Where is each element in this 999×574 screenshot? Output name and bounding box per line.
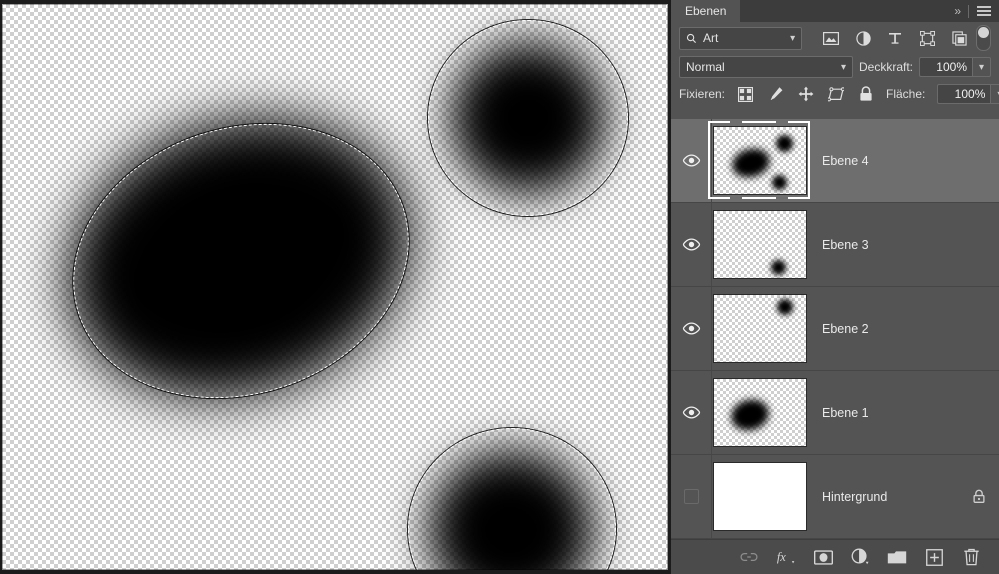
thumbnail-blob — [777, 299, 793, 315]
thumbnail-blob — [727, 395, 773, 435]
layer-list[interactable]: Ebene 4 Ebene 3 Ebene 2 Ebene 1 Hintergrund — [671, 119, 999, 540]
layer-row[interactable]: Ebene 3 — [671, 203, 999, 287]
filter-kind-label: Art — [703, 31, 719, 45]
selection-marquee-top-right — [428, 20, 628, 216]
pixel-layer-filter-icon[interactable] — [822, 29, 840, 47]
fill-value[interactable]: 100% — [937, 84, 991, 104]
chevron-down-icon[interactable]: ▾ — [990, 84, 999, 104]
filter-type-icons — [822, 29, 968, 47]
filter-kind-select[interactable]: Art ▾ — [679, 26, 803, 50]
tab-ebenen[interactable]: Ebenen — [671, 0, 741, 22]
layer-visibility-toggle[interactable] — [671, 203, 712, 286]
thumbnail-blob — [771, 260, 786, 275]
layer-thumbnail[interactable] — [708, 121, 810, 199]
panel-menu-icon[interactable] — [977, 5, 991, 17]
layer-row[interactable]: Ebene 2 — [671, 287, 999, 371]
image-canvas[interactable] — [2, 4, 668, 570]
type-layer-filter-icon[interactable] — [886, 29, 904, 47]
layer-lock-badge — [959, 489, 999, 504]
panel-tabbar: Ebenen » — [671, 0, 999, 22]
tab-label: Ebenen — [685, 4, 727, 18]
layer-thumbnail-image — [713, 126, 807, 195]
blend-mode-select[interactable]: Normal ▾ — [679, 56, 853, 78]
document-area[interactable] — [0, 0, 671, 574]
svg-text:fx: fx — [777, 550, 786, 564]
layer-name[interactable]: Ebene 2 — [808, 322, 959, 336]
chevron-down-icon: ▾ — [840, 61, 846, 73]
mask-icon[interactable] — [813, 547, 833, 567]
eye-icon — [682, 322, 700, 335]
lock-artboard-nesting-icon[interactable] — [827, 86, 844, 103]
panel-tab-controls: » — [946, 0, 999, 22]
divider — [968, 4, 969, 18]
layer-thumbnail-image — [713, 294, 807, 363]
filter-bar: Art ▾ — [671, 22, 999, 54]
adjustment-layer-filter-icon[interactable] — [854, 29, 872, 47]
layer-row[interactable]: Hintergrund — [671, 455, 999, 539]
eye-icon — [682, 154, 700, 167]
thumbnail-blob — [772, 175, 787, 190]
layer-thumbnail[interactable] — [712, 378, 808, 447]
thumbnail-blob — [776, 135, 793, 152]
layer-visibility-toggle[interactable] — [671, 119, 712, 202]
fill-label: Fläche: — [886, 87, 926, 101]
double-chevron-right-icon[interactable]: » — [954, 4, 961, 18]
lock-transparent-pixels-icon[interactable] — [737, 86, 754, 103]
eye-icon — [682, 406, 700, 419]
layer-row[interactable]: Ebene 1 — [671, 371, 999, 455]
adjustment-circle-icon[interactable] — [850, 547, 870, 567]
link-icon[interactable] — [739, 547, 759, 567]
layers-bottom-toolbar: fx — [671, 539, 999, 574]
layer-name[interactable]: Ebene 1 — [808, 406, 959, 420]
thumbnail-blob — [729, 144, 773, 182]
opacity-value[interactable]: 100% — [919, 57, 972, 77]
photoshop-window: Ebenen » Art ▾ Normal ▾ Deckkraft: 100% … — [0, 0, 999, 574]
tabbar-spacer — [740, 0, 947, 22]
eye-off-icon — [683, 489, 699, 504]
search-icon — [686, 33, 697, 43]
fx-icon[interactable]: fx — [776, 547, 796, 567]
filter-enable-toggle[interactable] — [976, 25, 991, 51]
chevron-down-icon: ▾ — [790, 32, 796, 44]
plus-square-icon[interactable] — [924, 547, 944, 567]
blend-bar: Normal ▾ Deckkraft: 100% ▾ — [671, 54, 999, 80]
fill-field[interactable]: 100% ▾ — [937, 84, 999, 104]
smart-object-filter-icon[interactable] — [950, 29, 968, 47]
layer-visibility-toggle[interactable] — [671, 371, 712, 454]
layers-panel: Ebenen » Art ▾ Normal ▾ Deckkraft: 100% … — [671, 0, 999, 574]
lock-bar: Fixieren: Fläche: 100% — [671, 80, 999, 108]
trash-icon[interactable] — [961, 547, 981, 567]
blend-mode-value: Normal — [686, 60, 725, 74]
layer-name[interactable]: Hintergrund — [808, 490, 959, 504]
chevron-down-icon[interactable]: ▾ — [972, 57, 991, 77]
layer-thumbnail-image — [713, 378, 807, 447]
layer-visibility-toggle[interactable] — [671, 455, 712, 538]
lock-image-pixels-icon[interactable] — [767, 86, 784, 103]
folder-icon[interactable] — [887, 547, 907, 567]
layer-visibility-toggle[interactable] — [671, 287, 712, 370]
layer-thumbnail-image — [713, 462, 807, 531]
selection-marquee-large — [37, 81, 445, 441]
shape-layer-filter-icon[interactable] — [918, 29, 936, 47]
selection-marquee-bottom — [408, 428, 616, 570]
layer-row[interactable]: Ebene 4 — [671, 119, 999, 203]
lock-position-icon[interactable] — [797, 86, 814, 103]
layer-name[interactable]: Ebene 4 — [808, 154, 959, 168]
layer-thumbnail[interactable] — [712, 294, 808, 363]
lock-all-icon[interactable] — [857, 86, 874, 103]
eye-icon — [682, 238, 700, 251]
layer-thumbnail[interactable] — [712, 462, 808, 531]
opacity-field[interactable]: 100% ▾ — [919, 57, 991, 77]
lock-buttons — [737, 86, 874, 103]
layer-thumbnail[interactable] — [712, 210, 808, 279]
layer-thumbnail-image — [713, 210, 807, 279]
lock-icon — [973, 489, 985, 503]
layer-name[interactable]: Ebene 3 — [808, 238, 959, 252]
opacity-label: Deckkraft: — [858, 60, 913, 74]
lock-label: Fixieren: — [679, 87, 726, 101]
